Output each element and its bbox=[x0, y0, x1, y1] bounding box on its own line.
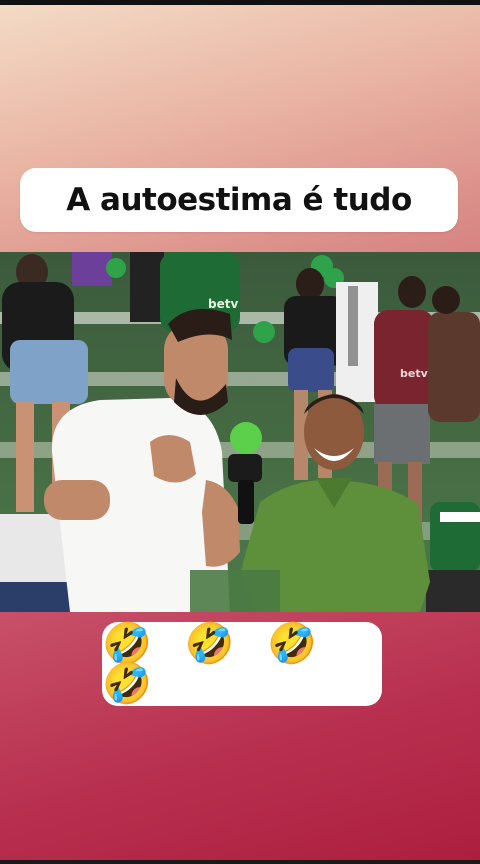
bottom-bar bbox=[0, 860, 480, 864]
top-bar bbox=[0, 0, 480, 5]
caption-text: A autoestima é tudo bbox=[66, 182, 412, 218]
rolling-laughing-emoji-icon: 🤣 🤣 🤣 🤣 bbox=[102, 621, 327, 707]
caption-box: A autoestima é tudo bbox=[20, 168, 458, 232]
stadium-scene: betv betv bbox=[0, 252, 480, 612]
jersey-text-2: betv bbox=[400, 367, 429, 380]
reaction-box: 🤣 🤣 🤣 🤣 bbox=[102, 622, 382, 706]
video-frame[interactable]: betv betv bbox=[0, 252, 480, 612]
jersey-text: betv bbox=[208, 297, 238, 311]
